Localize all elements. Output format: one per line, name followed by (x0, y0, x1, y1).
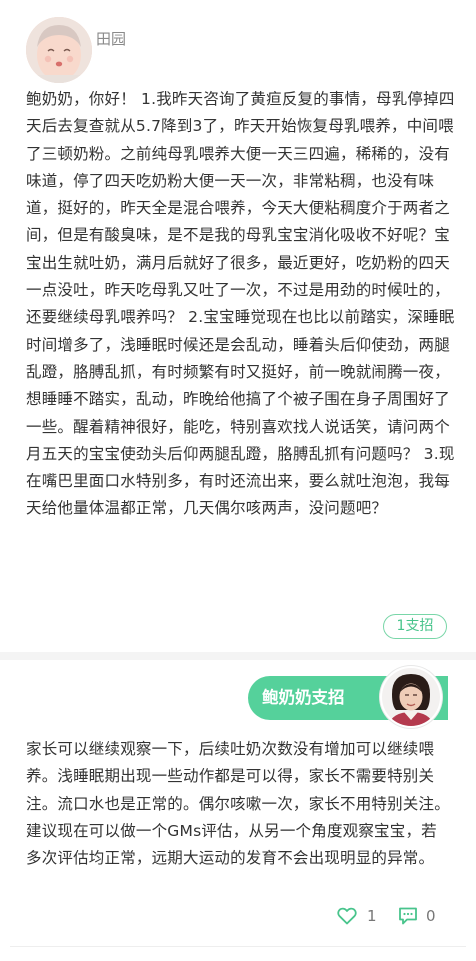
bottom-divider (10, 946, 466, 947)
support-button[interactable]: 1支招 (383, 614, 447, 639)
comment-count: 0 (426, 907, 436, 925)
question-card: 田园 鲍奶奶，你好！ 1.我昨天咨询了黄疸反复的事情，母乳停掉四天后去复查就从5… (0, 0, 476, 648)
comment-button[interactable]: 0 (398, 904, 436, 928)
doctor-avatar[interactable] (380, 666, 442, 728)
answer-banner-label: 鲍奶奶支招 (262, 688, 345, 707)
asker-name[interactable]: 田园 (96, 28, 126, 49)
asker-avatar[interactable] (26, 17, 92, 83)
like-button[interactable]: 1 (337, 904, 377, 928)
doctor-photo-icon (382, 668, 440, 726)
divider (0, 652, 476, 660)
question-text: 鲍奶奶，你好！ 1.我昨天咨询了黄疸反复的事情，母乳停掉四天后去复查就从5.7降… (26, 90, 455, 518)
baby-photo-icon (26, 17, 92, 83)
answer-text: 家长可以继续观察一下，后续吐奶次数没有增加可以继续喂养。浅睡眠期出现一些动作都是… (26, 740, 450, 868)
like-count: 1 (367, 907, 377, 925)
answer-actions: 1 0 (0, 904, 476, 932)
heart-icon (337, 907, 357, 925)
comment-icon (399, 907, 417, 925)
answer-card: 鲍奶奶支招 家长可以继续观察一下，后续吐奶次数没有增加可以继续喂养。浅睡眠期出现… (0, 660, 476, 961)
